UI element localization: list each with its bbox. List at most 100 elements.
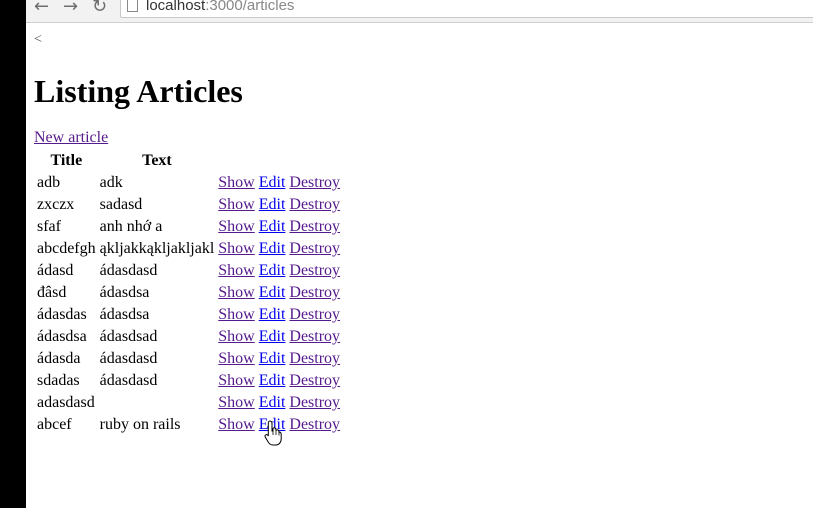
edit-link[interactable]: Edit (259, 394, 286, 411)
row-actions: Show Edit Destroy (217, 393, 341, 413)
show-link[interactable]: Show (218, 350, 254, 367)
table-row: ádasda ádasdasd Show Edit Destroy (36, 349, 341, 369)
destroy-link[interactable]: Destroy (289, 350, 340, 367)
article-text-cell: ádasdasd (99, 350, 158, 367)
page-icon (127, 0, 138, 12)
reload-icon[interactable]: ↻ (92, 0, 107, 16)
edit-link[interactable]: Edit (259, 284, 286, 301)
article-text-cell: adk (99, 174, 123, 191)
article-text-cell: ádasdsa (99, 306, 150, 323)
row-actions: Show Edit Destroy (217, 261, 341, 281)
row-actions: Show Edit Destroy (217, 283, 341, 303)
edit-link[interactable]: Edit (259, 372, 286, 389)
edit-link[interactable]: Edit (259, 196, 286, 213)
edit-link[interactable]: Edit (259, 218, 286, 235)
back-arrow-icon[interactable]: ← (34, 0, 49, 16)
row-actions: Show Edit Destroy (217, 217, 341, 237)
article-title-cell: ádasda (37, 350, 81, 367)
url-host: localhost (146, 0, 206, 14)
row-actions: Show Edit Destroy (217, 305, 341, 325)
show-link[interactable]: Show (218, 394, 254, 411)
table-row: adb adk Show Edit Destroy (36, 173, 341, 193)
article-title-cell: adb (37, 174, 61, 191)
destroy-link[interactable]: Destroy (289, 240, 340, 257)
row-actions: Show Edit Destroy (217, 371, 341, 391)
table-row: sdadas ádasdasd Show Edit Destroy (36, 371, 341, 391)
article-text-cell: ádasdasd (99, 262, 158, 279)
row-actions: Show Edit Destroy (217, 349, 341, 369)
url-path: :3000/articles (205, 0, 295, 14)
row-actions: Show Edit Destroy (217, 327, 341, 347)
header-text: Text (142, 152, 172, 169)
table-row: ádasd ádasdasd Show Edit Destroy (36, 261, 341, 281)
article-title-cell: sdadas (37, 372, 80, 389)
table-row: adasdasd Show Edit Destroy (36, 393, 341, 413)
row-actions: Show Edit Destroy (217, 239, 341, 259)
destroy-link[interactable]: Destroy (289, 416, 340, 433)
articles-table: Title Text adb adk Show Edit Destroy zxczx s… (34, 149, 343, 437)
article-text-cell: ruby on rails (99, 416, 181, 433)
table-row: sfaf anh nhớ a Show Edit Destroy (36, 217, 341, 237)
table-row: đâsd ádasdsa Show Edit Destroy (36, 283, 341, 303)
article-text-cell: sadasd (99, 196, 143, 213)
article-title-cell: sfaf (37, 218, 61, 235)
article-title-cell: adasdasd (37, 394, 95, 411)
destroy-link[interactable]: Destroy (289, 328, 340, 345)
article-title-cell: đâsd (37, 284, 67, 301)
show-link[interactable]: Show (218, 262, 254, 279)
article-title-cell: abcdefgh (37, 240, 96, 257)
article-title-cell: ádasd (37, 262, 74, 279)
destroy-link[interactable]: Destroy (289, 394, 340, 411)
table-row: abcdefgh ąkljakkąkljakljakl Show Edit Dest… (36, 239, 341, 259)
destroy-link[interactable]: Destroy (289, 284, 340, 301)
article-title-cell: ádasdsa (37, 328, 87, 345)
show-link[interactable]: Show (218, 372, 254, 389)
article-text-cell: anh nhớ a (99, 218, 163, 235)
article-title-cell: zxczx (37, 196, 75, 213)
article-text-cell: ádasdsa (99, 284, 150, 301)
show-link[interactable]: Show (218, 240, 254, 257)
article-title-cell: ádasdas (37, 306, 87, 323)
edit-link[interactable]: Edit (259, 174, 286, 191)
show-link[interactable]: Show (218, 174, 254, 191)
article-title-cell: abcef (37, 416, 72, 433)
destroy-link[interactable]: Destroy (289, 262, 340, 279)
table-row: zxczx sadasd Show Edit Destroy (36, 195, 341, 215)
destroy-link[interactable]: Destroy (289, 306, 340, 323)
destroy-link[interactable]: Destroy (289, 218, 340, 235)
article-text-cell (99, 393, 216, 413)
page-title: Listing Articles (34, 73, 243, 109)
table-row: ádasdas ádasdsa Show Edit Destroy (36, 305, 341, 325)
article-text-cell: ádasdsad (99, 328, 158, 345)
destroy-link[interactable]: Destroy (289, 196, 340, 213)
show-link[interactable]: Show (218, 328, 254, 345)
table-row: ádasdsa ádasdsad Show Edit Destroy (36, 327, 341, 347)
url-text: localhost:3000/articles (146, 0, 294, 17)
left-black-bar (0, 0, 26, 508)
edit-link[interactable]: Edit (259, 328, 286, 345)
header-title: Title (50, 152, 83, 169)
row-actions: Show Edit Destroy (217, 173, 341, 193)
edit-link[interactable]: Edit (259, 306, 286, 323)
show-link[interactable]: Show (218, 284, 254, 301)
edit-link[interactable]: Edit (259, 240, 286, 257)
row-actions: Show Edit Destroy (217, 195, 341, 215)
back-text: < (34, 32, 42, 47)
article-text-cell: ádasdasd (99, 372, 158, 389)
table-row: abcefruby on railsShow Edit Destroy (36, 415, 341, 435)
table-header-row: Title Text (36, 151, 341, 171)
show-link[interactable]: Show (218, 218, 254, 235)
edit-link[interactable]: Edit (259, 262, 286, 279)
edit-link[interactable]: Edit (259, 350, 286, 367)
show-link[interactable]: Show (218, 306, 254, 323)
forward-arrow-icon[interactable]: → (63, 0, 78, 16)
destroy-link[interactable]: Destroy (289, 174, 340, 191)
show-link[interactable]: Show (218, 196, 254, 213)
browser-toolbar: ← → ↻ localhost:3000/articles (26, 0, 813, 23)
destroy-link[interactable]: Destroy (289, 372, 340, 389)
hand-cursor-icon (264, 420, 282, 446)
address-bar[interactable]: localhost:3000/articles (120, 0, 813, 18)
article-text-cell: ąkljakkąkljakljakl (99, 240, 215, 257)
new-article-link[interactable]: New article (34, 129, 108, 147)
show-link[interactable]: Show (218, 416, 254, 433)
